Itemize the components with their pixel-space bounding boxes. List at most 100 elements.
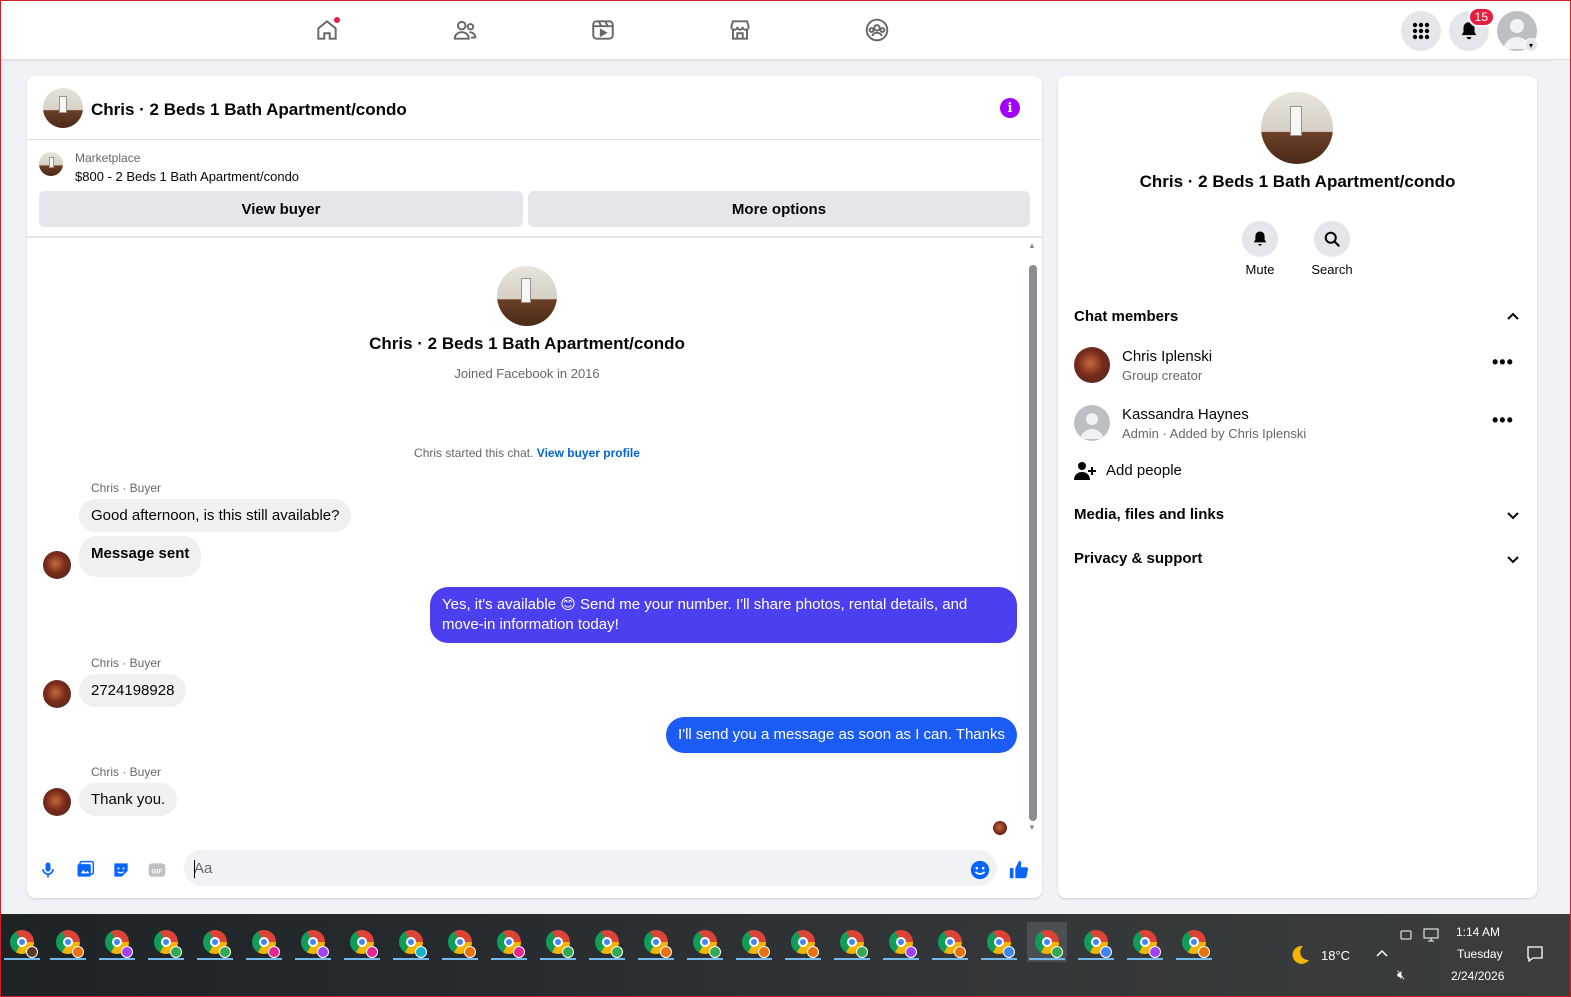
taskbar-chrome-window[interactable] bbox=[195, 922, 235, 962]
listing-price-title[interactable]: $800 - 2 Beds 1 Bath Apartment/condo bbox=[75, 169, 299, 184]
chevron-down-icon[interactable]: ▾ bbox=[1524, 38, 1538, 52]
taskbar-chrome-window[interactable] bbox=[1076, 922, 1116, 962]
add-person-icon[interactable] bbox=[1074, 461, 1096, 481]
taskbar-chrome-window[interactable] bbox=[440, 922, 480, 962]
taskbar-chrome-window[interactable] bbox=[538, 922, 578, 962]
member-name[interactable]: Chris Iplenski bbox=[1122, 348, 1212, 365]
taskbar-chrome-window[interactable] bbox=[1027, 922, 1067, 962]
chevron-up-icon[interactable] bbox=[1505, 309, 1521, 325]
member-avatar[interactable] bbox=[1074, 347, 1110, 383]
taskbar-chrome-window[interactable] bbox=[783, 922, 823, 962]
taskbar-chrome-window[interactable] bbox=[1174, 922, 1214, 962]
incoming-message[interactable]: Good afternoon, is this still available? bbox=[79, 499, 352, 532]
profile-badge-icon bbox=[72, 946, 84, 958]
bell-icon[interactable] bbox=[1242, 221, 1278, 257]
marketplace-icon[interactable] bbox=[724, 14, 756, 46]
notifications-button[interactable]: 15 bbox=[1449, 7, 1495, 51]
listing-label: Marketplace bbox=[75, 151, 141, 165]
menu-grid-button[interactable] bbox=[1401, 11, 1441, 51]
taskbar-chrome-window[interactable] bbox=[734, 922, 774, 962]
video-icon[interactable] bbox=[587, 14, 619, 46]
message-input[interactable] bbox=[184, 850, 997, 886]
incoming-message[interactable]: 2724198928 bbox=[79, 674, 187, 707]
details-avatar[interactable] bbox=[1261, 92, 1333, 164]
taskbar-chrome-window[interactable] bbox=[342, 922, 382, 962]
taskbar-chrome-window[interactable] bbox=[587, 922, 627, 962]
chrome-icon bbox=[448, 930, 476, 958]
scroll-down-icon[interactable]: ▼ bbox=[1028, 823, 1036, 832]
gif-icon[interactable]: GIF bbox=[146, 859, 168, 881]
taskbar-chrome-window[interactable] bbox=[146, 922, 186, 962]
incoming-message[interactable]: Message sent bbox=[79, 536, 202, 577]
taskbar-chrome-window[interactable] bbox=[97, 922, 137, 962]
taskbar-chrome-window[interactable] bbox=[244, 922, 284, 962]
volume-muted-icon[interactable]: 🔇︎ bbox=[1397, 967, 1405, 983]
taskbar-chrome-window[interactable] bbox=[685, 922, 725, 962]
view-buyer-profile-link[interactable]: View buyer profile bbox=[537, 446, 640, 460]
taskbar-chrome-window[interactable] bbox=[1125, 922, 1165, 962]
sender-avatar[interactable] bbox=[43, 788, 71, 816]
messages-scrollbar[interactable]: ▲ ▼ bbox=[1027, 239, 1039, 833]
action-center-icon[interactable] bbox=[1526, 945, 1544, 963]
microphone-icon[interactable] bbox=[37, 859, 59, 881]
mute-action[interactable]: Mute bbox=[1230, 221, 1290, 277]
top-navigation: 15 ▾ bbox=[0, 0, 1571, 60]
privacy-support-heading[interactable]: Privacy & support bbox=[1074, 550, 1202, 567]
more-options-button[interactable]: More options bbox=[528, 191, 1030, 227]
taskbar-chrome-window[interactable] bbox=[48, 922, 88, 962]
taskbar-chrome-window[interactable] bbox=[930, 922, 970, 962]
running-indicator bbox=[295, 958, 331, 960]
clock-date[interactable]: 2/24/2026 bbox=[1451, 969, 1504, 983]
chevron-down-icon[interactable] bbox=[1505, 551, 1521, 567]
sender-avatar[interactable] bbox=[43, 551, 71, 579]
page-scrollbar[interactable] bbox=[1552, 60, 1569, 914]
outgoing-message[interactable]: I'll send you a message as soon as I can… bbox=[666, 717, 1017, 753]
media-files-links-heading[interactable]: Media, files and links bbox=[1074, 506, 1224, 523]
scroll-up-icon[interactable]: ▲ bbox=[1028, 241, 1036, 250]
taskbar-chrome-window[interactable] bbox=[293, 922, 333, 962]
friends-icon[interactable] bbox=[449, 14, 481, 46]
incoming-message[interactable]: Thank you. bbox=[79, 783, 178, 816]
emoji-icon[interactable] bbox=[969, 859, 991, 881]
chat-members-heading[interactable]: Chat members bbox=[1074, 308, 1178, 325]
listing-thumbnail[interactable] bbox=[39, 152, 63, 176]
chevron-down-icon[interactable] bbox=[1505, 507, 1521, 523]
member-name[interactable]: Kassandra Haynes bbox=[1122, 406, 1249, 423]
search-action[interactable]: Search bbox=[1302, 221, 1362, 277]
view-buyer-button[interactable]: View buyer bbox=[39, 191, 523, 227]
running-indicator bbox=[981, 958, 1017, 960]
taskbar-chrome-window[interactable] bbox=[489, 922, 529, 962]
network-icon[interactable] bbox=[1423, 928, 1439, 942]
more-options-icon[interactable]: ••• bbox=[1492, 410, 1514, 431]
add-people-button[interactable]: Add people bbox=[1106, 462, 1182, 479]
more-options-icon[interactable]: ••• bbox=[1492, 352, 1514, 373]
taskbar-chrome-window[interactable] bbox=[881, 922, 921, 962]
sender-avatar[interactable] bbox=[43, 680, 71, 708]
member-avatar[interactable] bbox=[1074, 405, 1110, 441]
clock-time[interactable]: 1:14 AM bbox=[1456, 925, 1500, 939]
taskbar-chrome-window[interactable] bbox=[636, 922, 676, 962]
profile-avatar[interactable] bbox=[497, 266, 557, 326]
chrome-icon bbox=[154, 930, 182, 958]
weather-temperature[interactable]: 18°C bbox=[1321, 948, 1350, 963]
sticker-icon[interactable] bbox=[110, 859, 132, 881]
clock-day[interactable]: Tuesday bbox=[1457, 947, 1503, 961]
outgoing-message[interactable]: Yes, it's available 😊 Send me your numbe… bbox=[430, 587, 1017, 643]
like-icon[interactable] bbox=[1008, 859, 1030, 881]
taskbar-chrome-window[interactable] bbox=[391, 922, 431, 962]
chat-title[interactable]: Chris · 2 Beds 1 Bath Apartment/condo bbox=[91, 100, 407, 120]
search-icon[interactable] bbox=[1314, 221, 1350, 257]
home-icon[interactable] bbox=[311, 14, 343, 46]
info-icon[interactable]: i bbox=[1000, 98, 1020, 118]
taskbar-chrome-window[interactable] bbox=[2, 922, 42, 962]
moon-icon[interactable] bbox=[1289, 944, 1311, 966]
chevron-up-icon[interactable] bbox=[1375, 948, 1389, 958]
photo-icon[interactable] bbox=[74, 859, 96, 881]
running-indicator bbox=[883, 958, 919, 960]
groups-icon[interactable] bbox=[861, 14, 893, 46]
scrollbar-thumb[interactable] bbox=[1029, 265, 1037, 821]
taskbar-chrome-window[interactable] bbox=[979, 922, 1019, 962]
meet-now-icon[interactable] bbox=[1399, 928, 1413, 942]
taskbar-chrome-window[interactable] bbox=[832, 922, 872, 962]
chat-avatar[interactable] bbox=[43, 88, 83, 128]
